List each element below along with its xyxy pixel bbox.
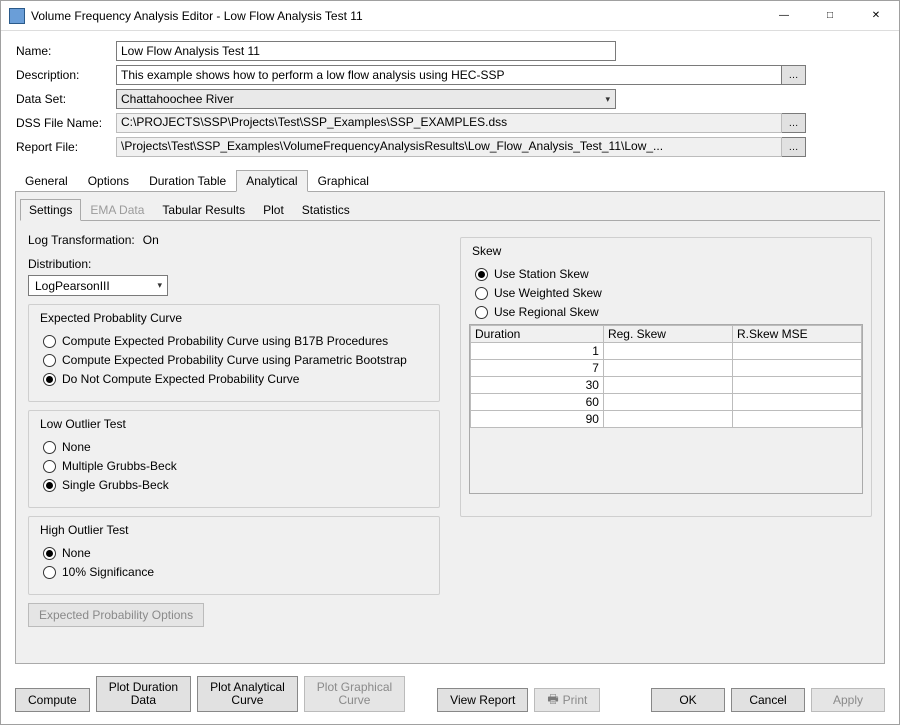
skew-weighted-radio[interactable]: Use Weighted Skew xyxy=(475,286,863,300)
main-tabstrip: General Options Duration Table Analytica… xyxy=(15,169,885,192)
name-input[interactable] xyxy=(116,41,616,61)
plot-graphical-button: Plot Graphical Curve xyxy=(304,676,405,712)
description-label: Description: xyxy=(16,68,116,82)
low-outlier-group: Low Outlier Test None Multiple Grubbs-Be… xyxy=(28,410,440,508)
subtab-tabular-results[interactable]: Tabular Results xyxy=(153,199,254,221)
distribution-label: Distribution: xyxy=(28,257,91,271)
radio-icon xyxy=(43,441,56,454)
col-duration: Duration xyxy=(471,326,604,343)
col-reg-skew: Reg. Skew xyxy=(603,326,732,343)
plot-duration-button[interactable]: Plot Duration Data xyxy=(96,676,191,712)
window: Volume Frequency Analysis Editor - Low F… xyxy=(0,0,900,725)
high-none-radio[interactable]: None xyxy=(43,546,431,560)
table-row: 30 xyxy=(471,377,862,394)
window-buttons: — □ ✕ xyxy=(761,1,899,31)
form-area: Name: Description: … Data Set: Chattahoo… xyxy=(1,31,899,161)
low-sgb-radio[interactable]: Single Grubbs-Beck xyxy=(43,478,431,492)
maximize-button[interactable]: □ xyxy=(807,1,853,31)
left-column: Log Transformation: On Distribution: Log… xyxy=(28,229,440,651)
radio-icon xyxy=(43,566,56,579)
skew-table[interactable]: Duration Reg. Skew R.Skew MSE 1 7 30 60 … xyxy=(470,325,862,428)
epc-none-radio[interactable]: Do Not Compute Expected Probability Curv… xyxy=(43,372,431,386)
app-icon xyxy=(9,8,25,24)
table-row: 7 xyxy=(471,360,862,377)
tab-options[interactable]: Options xyxy=(78,170,139,192)
tab-analytical[interactable]: Analytical xyxy=(236,170,307,192)
dss-file-label: DSS File Name: xyxy=(16,116,116,130)
sub-tabstrip: Settings EMA Data Tabular Results Plot S… xyxy=(20,198,880,221)
subtab-settings[interactable]: Settings xyxy=(20,199,81,221)
high-outlier-title: High Outlier Test xyxy=(37,523,131,537)
view-report-button[interactable]: View Report xyxy=(437,688,528,712)
window-title: Volume Frequency Analysis Editor - Low F… xyxy=(31,9,761,23)
ok-button[interactable]: OK xyxy=(651,688,725,712)
right-column: Skew Use Station Skew Use Weighted Skew … xyxy=(460,229,872,651)
epc-bootstrap-radio[interactable]: Compute Expected Probability Curve using… xyxy=(43,353,431,367)
radio-icon xyxy=(43,479,56,492)
settings-panel: Log Transformation: On Distribution: Log… xyxy=(20,221,880,659)
skew-regional-radio[interactable]: Use Regional Skew xyxy=(475,305,863,319)
print-button: 🖶Print xyxy=(534,688,600,712)
radio-icon xyxy=(43,335,56,348)
close-button[interactable]: ✕ xyxy=(853,1,899,31)
high-outlier-group: High Outlier Test None 10% Significance xyxy=(28,516,440,595)
log-transform-value: On xyxy=(143,233,159,247)
report-file-label: Report File: xyxy=(16,140,116,154)
print-icon: 🖶 xyxy=(547,690,558,711)
high-10pct-radio[interactable]: 10% Significance xyxy=(43,565,431,579)
cancel-button[interactable]: Cancel xyxy=(731,688,805,712)
log-transform-label: Log Transformation: xyxy=(28,233,135,247)
report-file-browse-button[interactable]: … xyxy=(782,137,806,157)
radio-icon xyxy=(43,354,56,367)
skew-group: Skew Use Station Skew Use Weighted Skew … xyxy=(460,237,872,517)
skew-title: Skew xyxy=(469,244,504,258)
expected-prob-options-button: Expected Probability Options xyxy=(28,603,204,627)
dataset-label: Data Set: xyxy=(16,92,116,106)
tab-general[interactable]: General xyxy=(15,170,78,192)
plot-analytical-button[interactable]: Plot Analytical Curve xyxy=(197,676,298,712)
skew-station-radio[interactable]: Use Station Skew xyxy=(475,267,863,281)
table-row: 1 xyxy=(471,343,862,360)
epc-b17b-radio[interactable]: Compute Expected Probability Curve using… xyxy=(43,334,431,348)
tab-duration-table[interactable]: Duration Table xyxy=(139,170,236,192)
subtab-ema-data: EMA Data xyxy=(81,199,153,221)
titlebar: Volume Frequency Analysis Editor - Low F… xyxy=(1,1,899,31)
description-browse-button[interactable]: … xyxy=(782,65,806,85)
low-outlier-title: Low Outlier Test xyxy=(37,417,129,431)
radio-icon xyxy=(43,373,56,386)
subtab-plot[interactable]: Plot xyxy=(254,199,293,221)
expected-prob-group: Expected Probablity Curve Compute Expect… xyxy=(28,304,440,402)
minimize-button[interactable]: — xyxy=(761,1,807,31)
low-none-radio[interactable]: None xyxy=(43,440,431,454)
tab-graphical[interactable]: Graphical xyxy=(308,170,379,192)
dataset-select[interactable]: Chattahoochee River xyxy=(116,89,616,109)
table-row: 90 xyxy=(471,411,862,428)
radio-icon xyxy=(475,268,488,281)
dss-file-browse-button[interactable]: … xyxy=(782,113,806,133)
compute-button[interactable]: Compute xyxy=(15,688,90,712)
report-file-field: \Projects\Test\SSP_Examples\VolumeFreque… xyxy=(116,137,782,157)
expected-prob-title: Expected Probablity Curve xyxy=(37,311,185,325)
radio-icon xyxy=(43,460,56,473)
name-label: Name: xyxy=(16,44,116,58)
description-input[interactable] xyxy=(116,65,782,85)
col-mse: R.Skew MSE xyxy=(732,326,861,343)
radio-icon xyxy=(475,306,488,319)
radio-icon xyxy=(43,547,56,560)
subtab-statistics[interactable]: Statistics xyxy=(293,199,359,221)
skew-table-wrap: Duration Reg. Skew R.Skew MSE 1 7 30 60 … xyxy=(469,324,863,494)
dss-file-field: C:\PROJECTS\SSP\Projects\Test\SSP_Exampl… xyxy=(116,113,782,133)
analytical-panel: Settings EMA Data Tabular Results Plot S… xyxy=(15,192,885,664)
button-bar: Compute Plot Duration Data Plot Analytic… xyxy=(1,670,899,724)
apply-button: Apply xyxy=(811,688,885,712)
table-row: 60 xyxy=(471,394,862,411)
radio-icon xyxy=(475,287,488,300)
distribution-select[interactable]: LogPearsonIII xyxy=(28,275,168,296)
low-mgb-radio[interactable]: Multiple Grubbs-Beck xyxy=(43,459,431,473)
